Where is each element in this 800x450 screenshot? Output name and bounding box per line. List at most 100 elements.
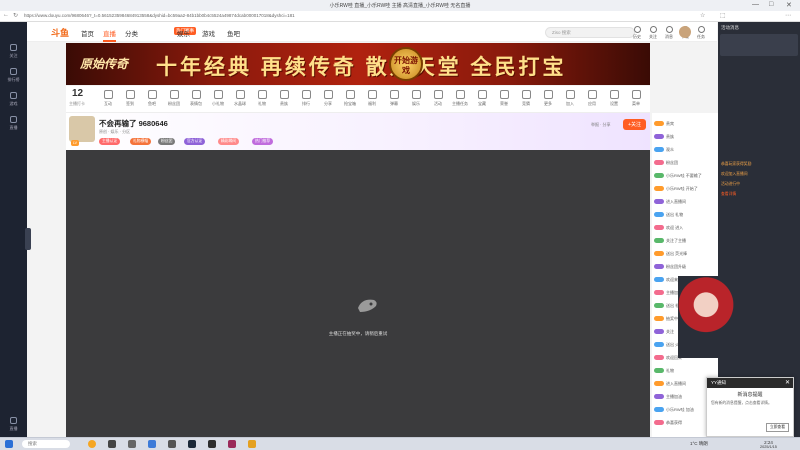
app-icon[interactable] xyxy=(88,440,96,448)
close-icon[interactable]: ✕ xyxy=(785,379,790,386)
app-icon[interactable] xyxy=(108,440,116,448)
site-logo[interactable]: 斗鱼 xyxy=(51,26,69,39)
rail-item-follow[interactable]: 关注 xyxy=(0,44,27,59)
settings-icon xyxy=(10,417,17,424)
bookmark-icon[interactable]: ☆ xyxy=(700,12,705,19)
toolbar-item[interactable]: 签到 xyxy=(118,90,142,107)
steam-icon[interactable] xyxy=(188,440,196,448)
toolbar-item-label: 粉丝团 xyxy=(168,101,180,106)
nav-live[interactable]: 直播 xyxy=(103,28,116,42)
toolbar-item[interactable]: 活动 xyxy=(426,90,450,107)
extensions-icon[interactable]: ⬚ xyxy=(720,12,726,19)
message-icon[interactable]: 消息 xyxy=(661,26,677,40)
nav-category[interactable]: 分类 xyxy=(125,28,138,38)
app-icon[interactable] xyxy=(228,440,236,448)
toolbar-item[interactable]: 加入 xyxy=(558,90,582,107)
nav-home[interactable]: 首页 xyxy=(81,28,94,38)
chat-message: 贵族 xyxy=(654,134,716,140)
room-tag[interactable]: 粉丝团 xyxy=(158,138,176,145)
chat-message-text: 小乐RW哇 不要输了 xyxy=(666,173,702,178)
room-tag[interactable]: 主播认证 xyxy=(99,138,121,145)
rail-item-live[interactable]: 直播 xyxy=(0,116,27,131)
toolbar-item[interactable]: 宝藏 xyxy=(470,90,494,107)
taskbar-search[interactable]: 搜索 xyxy=(22,440,70,448)
nav-games[interactable]: 游戏 xyxy=(202,28,215,38)
video-player[interactable]: 主播正在抽奖中，请稍后重试 xyxy=(66,150,650,437)
close-window-button[interactable]: ✕ xyxy=(786,1,792,9)
address-bar: ← ↻ https://www.douyu.com/9680646?_t=0.5… xyxy=(0,11,800,22)
anchor-avatar[interactable]: LV xyxy=(69,116,95,146)
toolbar-item[interactable]: 荣誉 xyxy=(492,90,516,107)
weather-text[interactable]: 1°C 晴朗 xyxy=(690,441,708,446)
app-icon[interactable] xyxy=(248,440,256,448)
toolbar-item[interactable]: 分享 xyxy=(316,90,340,107)
room-right-text[interactable]: 举报 · 分享 xyxy=(591,122,611,128)
loading-text: 主播正在抽奖中，请稍后重试 xyxy=(328,331,388,336)
toolbar-item[interactable]: 互动 xyxy=(96,90,120,107)
avatar[interactable] xyxy=(679,26,691,38)
rail-item-games[interactable]: 游戏 xyxy=(0,92,27,107)
toolbar-item[interactable]: 更多 xyxy=(536,90,560,107)
toolbar-item[interactable]: 娱乐 xyxy=(404,90,428,107)
search-input[interactable]: Ziso 搜索 xyxy=(545,27,635,38)
rail-item-rank[interactable]: 排行榜 xyxy=(0,68,27,83)
back-icon[interactable]: ← xyxy=(3,12,9,18)
toolbar-item[interactable]: 设置 xyxy=(602,90,626,107)
history-icon[interactable]: 历史 xyxy=(629,26,645,40)
fan-badge xyxy=(654,303,664,309)
side-panel: 活动消息 恭喜玩家获得奖励 欢迎加入直播间 活动进行中 查看详情 xyxy=(678,22,800,437)
room-tag[interactable]: 精彩瞬间 xyxy=(218,138,240,145)
toolbar-item[interactable]: 水晶球 xyxy=(228,90,252,107)
room-tag[interactable]: 官方认证 xyxy=(184,138,206,145)
toolbar-item[interactable]: 应用 xyxy=(580,90,604,107)
follow-icon[interactable]: 关注 xyxy=(645,26,661,40)
rank-icon xyxy=(10,68,17,75)
room-tag[interactable]: 礼物横幅 xyxy=(130,138,152,145)
nav-entertainment[interactable]: 娱乐 xyxy=(177,28,190,38)
toolbar-item[interactable]: 鱼吧 xyxy=(140,90,164,107)
side-panel-title: 活动消息 xyxy=(721,25,739,30)
toolbar-item[interactable]: 礼物 xyxy=(250,90,274,107)
chat-message: 欢迎 进入 xyxy=(654,225,716,231)
toolbar-item[interactable]: 贵族 xyxy=(272,90,296,107)
menu-icon[interactable]: ⋯ xyxy=(785,12,791,19)
refresh-icon[interactable]: ↻ xyxy=(13,12,18,19)
taskbar: 搜索 1°C 晴朗 2:24 2025/1/15 xyxy=(0,437,800,450)
follow-button[interactable]: +关注 xyxy=(623,119,646,130)
maximize-button[interactable]: □ xyxy=(769,1,773,8)
popup-view-button[interactable]: 立即查看 xyxy=(765,423,789,432)
toolbar-item[interactable]: 抢宝箱 xyxy=(338,90,362,107)
rail-collapse-handle[interactable] xyxy=(25,228,31,250)
toolbar-item[interactable]: 排行 xyxy=(294,90,318,107)
loading-fish-icon xyxy=(358,299,377,312)
task-icon[interactable]: 任务 xyxy=(693,26,709,40)
toolbar-item[interactable]: 表情包 xyxy=(184,90,208,107)
url-field[interactable]: https://www.douyu.com/9680646?_t=0.56152… xyxy=(24,13,544,18)
nav-fishbar[interactable]: 鱼吧 xyxy=(227,28,240,38)
side-video-thumb[interactable] xyxy=(720,34,798,56)
toolbar-item-icon xyxy=(301,90,311,99)
app-icon[interactable] xyxy=(128,440,136,448)
toolbar-item[interactable]: 竞猜 xyxy=(514,90,538,107)
app-icon[interactable] xyxy=(148,440,156,448)
side-link[interactable]: 查看详情 xyxy=(721,192,736,197)
toolbar-item[interactable]: 弹幕 xyxy=(382,90,406,107)
app-icon[interactable] xyxy=(168,440,176,448)
toolbar-item[interactable]: 福利 xyxy=(360,90,384,107)
clock[interactable]: 2:24 2025/1/15 xyxy=(760,440,777,450)
toolbar-item-icon xyxy=(565,90,575,99)
fan-badge xyxy=(654,407,664,413)
app-icon[interactable] xyxy=(208,440,216,448)
toolbar-item[interactable]: 小礼物 xyxy=(206,90,230,107)
toolbar-item-label: 分享 xyxy=(324,101,332,106)
toolbar-item[interactable]: 粉丝团 xyxy=(162,90,186,107)
ad-banner[interactable]: 原始传奇 十年经典 再续传奇 散人天堂 全民打宝 开始游戏 xyxy=(66,43,650,85)
start-icon[interactable] xyxy=(5,440,13,448)
banner-start-button[interactable]: 开始游戏 xyxy=(389,47,423,81)
fan-badge xyxy=(654,160,664,166)
toolbar-item[interactable]: 主播任务 xyxy=(448,90,472,107)
minimize-button[interactable]: — xyxy=(752,1,759,8)
toolbar-item[interactable]: 菜单 xyxy=(624,90,648,107)
room-tag[interactable]: 热门推荐 xyxy=(252,138,274,145)
rail-item-live-bottom[interactable]: 直播 xyxy=(0,417,27,432)
